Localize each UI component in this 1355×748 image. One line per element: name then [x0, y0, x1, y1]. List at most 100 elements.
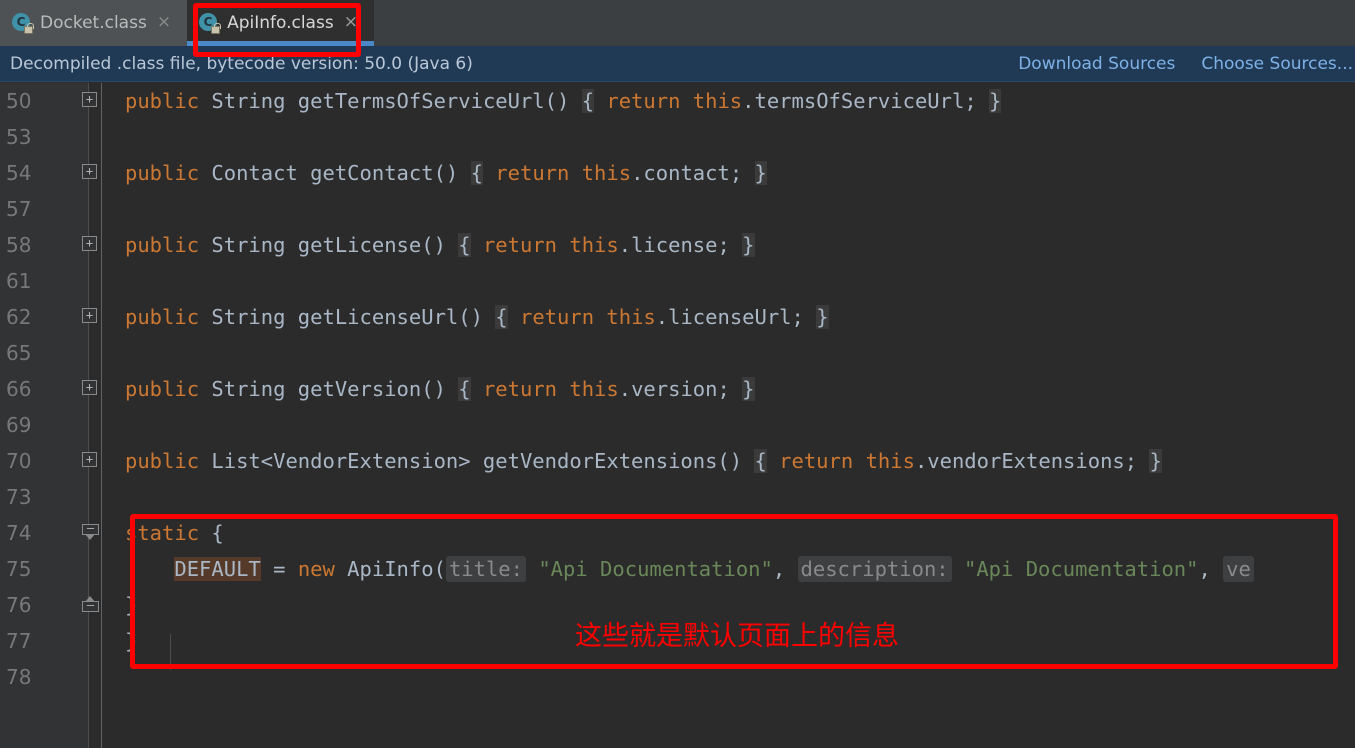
line-number: 69: [6, 413, 32, 437]
line-number: 78: [6, 665, 32, 689]
close-icon[interactable]: ×: [155, 12, 173, 35]
fold-collapse-icon[interactable]: [82, 522, 99, 543]
code-line[interactable]: 75 DEFAULT = new ApiInfo(title: "Api Doc…: [0, 551, 1355, 587]
code-token: this: [606, 305, 656, 329]
code-token: .termsOfServiceUrl;: [742, 89, 989, 113]
code-line[interactable]: 66 + public String getVersion() { return t…: [0, 371, 1355, 407]
fold-expand-icon[interactable]: +: [82, 236, 97, 251]
fold-expand-icon[interactable]: +: [82, 164, 97, 179]
fold-expand-icon[interactable]: +: [82, 92, 97, 107]
code-token: getLicenseUrl(): [285, 305, 496, 329]
code-line[interactable]: 78: [0, 659, 1355, 695]
code-token: getVersion(): [285, 377, 459, 401]
code-line[interactable]: 69: [0, 407, 1355, 443]
code-line-text[interactable]: public String getVersion() { return this…: [125, 371, 755, 407]
code-token: ,: [1198, 557, 1224, 581]
code-token: }: [125, 629, 138, 653]
fold-expand-icon[interactable]: +: [82, 308, 97, 323]
code-token: this: [865, 449, 915, 473]
code-line-text[interactable]: public String getLicenseUrl() { return t…: [125, 299, 829, 335]
decompiler-notification-bar: Decompiled .class file, bytecode version…: [0, 46, 1355, 82]
code-line[interactable]: 50 + public String getTermsOfServiceUrl() …: [0, 83, 1355, 119]
code-token: return: [482, 377, 558, 401]
code-line-text[interactable]: }: [125, 587, 137, 623]
code-line[interactable]: 70 + public List<VendorExtension> getVendo…: [0, 443, 1355, 479]
code-token: "Api Documentation": [538, 557, 773, 581]
code-token: public: [125, 377, 200, 401]
code-token: String: [211, 377, 286, 401]
code-token: .contact;: [631, 161, 755, 185]
code-token: public: [125, 233, 200, 257]
code-token: }: [742, 233, 755, 257]
code-token: public: [125, 89, 200, 113]
line-number: 74: [6, 521, 32, 545]
code-token: }: [742, 377, 755, 401]
code-line-text[interactable]: DEFAULT = new ApiInfo(title: "Api Docume…: [125, 551, 1254, 587]
close-icon[interactable]: ×: [342, 12, 360, 35]
code-token: this: [569, 233, 619, 257]
code-line[interactable]: 53: [0, 119, 1355, 155]
code-line[interactable]: 74 static {: [0, 515, 1355, 551]
code-line[interactable]: 73: [0, 479, 1355, 515]
code-token: this: [581, 161, 632, 185]
code-token: public: [125, 161, 200, 185]
fold-expand-icon[interactable]: +: [82, 452, 97, 467]
code-token: DEFAULT: [174, 557, 261, 581]
code-token: this: [569, 377, 619, 401]
code-token: ve: [1223, 556, 1254, 582]
tab-bar-filler: [373, 0, 1355, 46]
code-token: getVendorExtensions(): [470, 449, 755, 473]
code-line-text[interactable]: public List<VendorExtension> getVendorEx…: [125, 443, 1162, 479]
tab-apiinfo-class[interactable]: C ApiInfo.class ×: [187, 0, 374, 46]
code-token: return: [482, 233, 558, 257]
code-line[interactable]: 58 + public String getLicense() { return t…: [0, 227, 1355, 263]
code-token: return: [495, 161, 570, 185]
code-token: String: [211, 89, 286, 113]
code-token: {: [754, 449, 767, 473]
code-line-text[interactable]: static {: [125, 515, 224, 551]
tab-docket-class[interactable]: C Docket.class ×: [0, 0, 188, 46]
choose-sources-link[interactable]: Choose Sources...: [1201, 54, 1353, 74]
code-line-text[interactable]: public String getLicense() { return this…: [125, 227, 755, 263]
fold-expand-icon[interactable]: +: [82, 380, 97, 395]
code-token: new: [297, 557, 335, 581]
code-line[interactable]: 57: [0, 191, 1355, 227]
line-number: 77: [6, 629, 32, 653]
code-line-text[interactable]: }: [125, 623, 137, 659]
code-token: getLicense(): [285, 233, 459, 257]
code-line[interactable]: 54 + public Contact getContact() { return …: [0, 155, 1355, 191]
code-token: String: [211, 233, 286, 257]
download-sources-link[interactable]: Download Sources: [1018, 54, 1175, 74]
code-line[interactable]: 62 + public String getLicenseUrl() { retur…: [0, 299, 1355, 335]
code-line-text[interactable]: public String getTermsOfServiceUrl() { r…: [125, 83, 1002, 119]
fold-region-end-icon[interactable]: [82, 596, 99, 616]
line-number: 53: [6, 125, 32, 149]
line-number: 58: [6, 233, 32, 257]
code-token: }: [754, 161, 767, 185]
code-line[interactable]: 65: [0, 335, 1355, 371]
code-token: }: [125, 593, 138, 617]
editor-tab-bar: C Docket.class × C ApiInfo.class ×: [0, 0, 1355, 46]
tab-label: ApiInfo.class: [227, 13, 334, 33]
code-token: title:: [445, 556, 526, 582]
notification-actions: Download Sources Choose Sources...: [1018, 54, 1355, 74]
code-line-text[interactable]: public Contact getContact() { return thi…: [125, 155, 767, 191]
lock-icon: [211, 23, 222, 34]
indent-guide: [170, 634, 171, 670]
code-token: .license;: [618, 233, 743, 257]
code-token: {: [581, 89, 595, 113]
line-number: 70: [6, 449, 32, 473]
code-line[interactable]: 61: [0, 263, 1355, 299]
